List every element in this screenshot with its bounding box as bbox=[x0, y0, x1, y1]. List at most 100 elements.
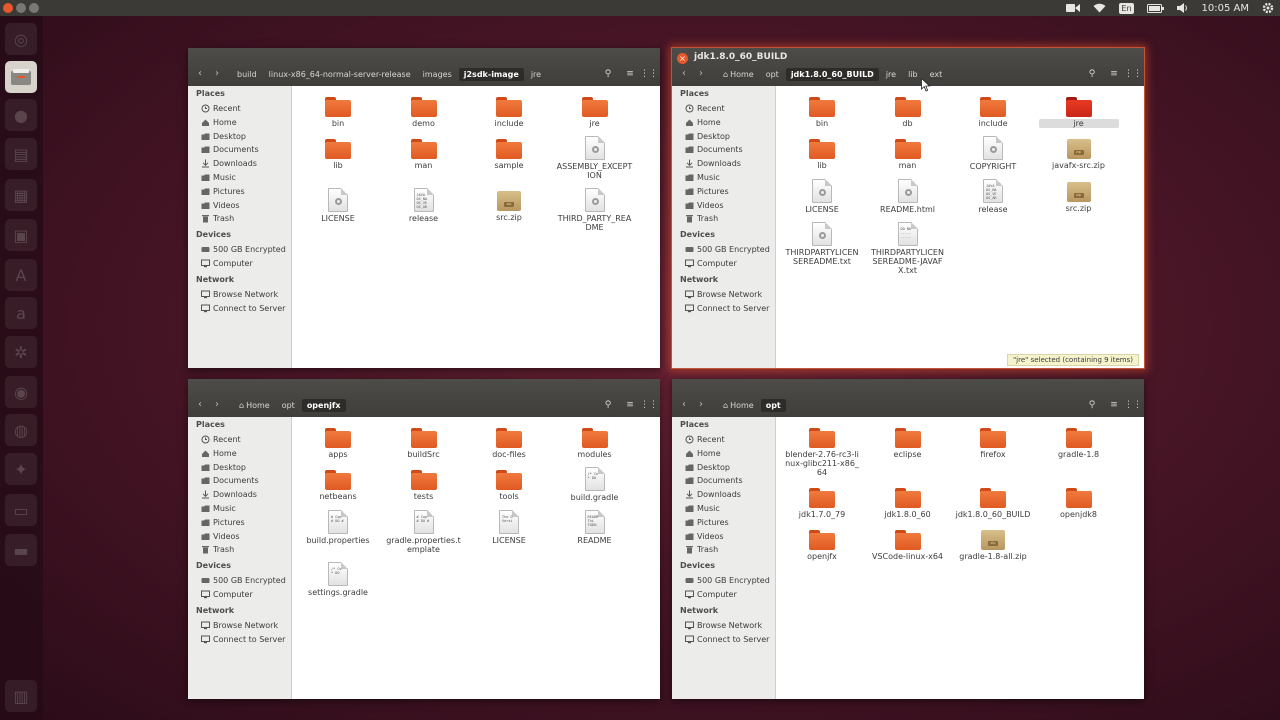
file-item-thirdpartylicensereadme-javafx-txt[interactable]: DO NO ----- ----- THIRDPARTYLICENSEREADME… bbox=[868, 222, 948, 275]
breadcrumb-linux-x86-64-normal-server-release[interactable]: linux-x86_64-normal-server-release bbox=[264, 68, 416, 81]
file-item-demo[interactable]: demo bbox=[384, 94, 464, 128]
sidebar-item-recent[interactable]: Recent bbox=[685, 435, 725, 444]
file-item-netbeans[interactable]: netbeans bbox=[298, 467, 378, 501]
file-item-thirdpartylicensereadme-txt[interactable]: THIRDPARTYLICENSEREADME.txt bbox=[782, 222, 862, 266]
back-button[interactable]: ‹ bbox=[192, 66, 208, 82]
browser-icon[interactable]: ● bbox=[5, 99, 37, 131]
breadcrumb-j2sdk-image[interactable]: j2sdk-image bbox=[458, 67, 524, 81]
file-item-license[interactable]: The G Versi LICENSE bbox=[469, 510, 549, 545]
sidebar-item-downloads[interactable]: Downloads bbox=[685, 490, 741, 499]
volume-icon[interactable] bbox=[1176, 0, 1189, 16]
breadcrumb-home[interactable]: ⌂ Home bbox=[718, 399, 759, 412]
breadcrumb-opt[interactable]: opt bbox=[277, 399, 300, 412]
minimize-window-button[interactable] bbox=[16, 3, 26, 13]
sidebar-item-desktop[interactable]: Desktop bbox=[685, 463, 730, 472]
sidebar-item-pictures[interactable]: Pictures bbox=[201, 187, 245, 196]
file-item-firefox[interactable]: firefox bbox=[953, 425, 1033, 459]
battery-icon[interactable] bbox=[1146, 0, 1164, 16]
file-item-jre[interactable]: jre bbox=[1038, 94, 1119, 128]
menu-icon[interactable]: ≡ bbox=[1106, 66, 1122, 82]
file-item-license[interactable]: LICENSE bbox=[782, 179, 862, 214]
maximize-window-button[interactable] bbox=[29, 3, 39, 13]
sidebar-item-home[interactable]: Home bbox=[201, 118, 237, 127]
sidebar-item-computer[interactable]: Computer bbox=[201, 590, 253, 599]
file-item-bin[interactable]: bin bbox=[298, 94, 378, 128]
file-item-release[interactable]: JAVA OS_NA OS_VE OS_AR release bbox=[384, 188, 464, 223]
file-item-modules[interactable]: modules bbox=[555, 425, 635, 459]
dash-icon[interactable]: ◎ bbox=[5, 23, 37, 55]
file-item-src-zip[interactable]: zip src.zip bbox=[1039, 179, 1119, 213]
file-item-eclipse[interactable]: eclipse bbox=[868, 425, 948, 459]
file-item-include[interactable]: include bbox=[469, 94, 549, 128]
file-item-release[interactable]: JAVA OS_NA OS_VE OS_AR release bbox=[953, 179, 1033, 214]
sidebar-item-500-gb-encrypted[interactable]: 500 GB Encrypted bbox=[201, 576, 286, 585]
file-item-db[interactable]: db bbox=[868, 94, 948, 128]
sidebar-item-trash[interactable]: Trash bbox=[201, 214, 234, 223]
file-manager-window-opt[interactable]: ‹ › ⌂ Home opt ⚲ ≡ ⋮⋮ Places Recent Home Desk… bbox=[672, 379, 1144, 699]
sidebar-item-connect-to-server[interactable]: Connect to Server bbox=[685, 635, 769, 644]
search-icon[interactable]: ⚲ bbox=[600, 66, 616, 82]
back-button[interactable]: ‹ bbox=[676, 66, 692, 82]
forward-button[interactable]: › bbox=[693, 397, 709, 413]
sidebar-item-pictures[interactable]: Pictures bbox=[685, 518, 729, 527]
file-item-jre[interactable]: jre bbox=[555, 94, 635, 128]
file-item-sample[interactable]: sample bbox=[469, 136, 549, 170]
search-icon[interactable]: ⚲ bbox=[1084, 397, 1100, 413]
sidebar-item-computer[interactable]: Computer bbox=[685, 590, 737, 599]
forward-button[interactable]: › bbox=[209, 66, 225, 82]
wifi-icon[interactable] bbox=[1093, 0, 1106, 16]
breadcrumb-lib[interactable]: lib bbox=[903, 68, 923, 81]
file-item-third-party-readme[interactable]: THIRD_PARTY_README bbox=[555, 188, 635, 232]
file-item-gradle-1-8-all-zip[interactable]: zip gradle-1.8-all.zip bbox=[953, 527, 1033, 561]
file-item-settings-gradle[interactable]: /* Co * DO settings.gradle bbox=[298, 562, 378, 597]
file-manager-window-openjfx[interactable]: ‹ › ⌂ Home opt openjfx ⚲ ≡ ⋮⋮ Places Recent H… bbox=[188, 379, 660, 699]
file-item-bin[interactable]: bin bbox=[782, 94, 862, 128]
sidebar-item-recent[interactable]: Recent bbox=[685, 104, 725, 113]
sidebar-item-music[interactable]: Music bbox=[201, 173, 236, 182]
file-item-src-zip[interactable]: zip src.zip bbox=[469, 188, 549, 222]
close-button[interactable]: × bbox=[677, 53, 688, 64]
terminal-icon[interactable]: ▭ bbox=[5, 494, 37, 526]
clock[interactable]: 10:05 AM bbox=[1202, 0, 1249, 16]
search-icon[interactable]: ⚲ bbox=[1084, 66, 1100, 82]
file-item-readme-html[interactable]: README.html bbox=[868, 179, 948, 214]
system-settings-icon[interactable]: ✲ bbox=[5, 336, 37, 368]
sidebar-item-500-gb-encrypted[interactable]: 500 GB Encrypted bbox=[201, 245, 286, 254]
file-item-openjfx[interactable]: openjfx bbox=[782, 527, 862, 561]
menu-icon[interactable]: ≡ bbox=[622, 397, 638, 413]
file-item-jdk1-8-0-60[interactable]: jdk1.8.0_60 bbox=[868, 485, 948, 519]
sidebar-item-videos[interactable]: Videos bbox=[201, 532, 240, 541]
file-item-doc-files[interactable]: doc-files bbox=[469, 425, 549, 459]
breadcrumb-build[interactable]: build bbox=[232, 68, 262, 81]
sidebar-item-pictures[interactable]: Pictures bbox=[201, 518, 245, 527]
file-item-tools[interactable]: tools bbox=[469, 467, 549, 501]
sidebar-item-computer[interactable]: Computer bbox=[685, 259, 737, 268]
sidebar-item-music[interactable]: Music bbox=[685, 173, 720, 182]
file-item-build-gradle[interactable]: /* Co * DO build.gradle bbox=[555, 467, 635, 502]
sidebar-item-downloads[interactable]: Downloads bbox=[685, 159, 741, 168]
impress-icon[interactable]: ▣ bbox=[5, 219, 37, 251]
breadcrumb-jdk1-8-0-60-build[interactable]: jdk1.8.0_60_BUILD bbox=[785, 67, 879, 81]
sidebar-item-documents[interactable]: Documents bbox=[685, 476, 743, 485]
camera-icon[interactable] bbox=[1066, 0, 1081, 16]
chromium-icon[interactable]: ◍ bbox=[5, 414, 37, 446]
sidebar-item-pictures[interactable]: Pictures bbox=[685, 187, 729, 196]
sidebar-item-browse-network[interactable]: Browse Network bbox=[201, 621, 278, 630]
grid-view-icon[interactable]: ⋮⋮ bbox=[640, 66, 658, 82]
sidebar-item-trash[interactable]: Trash bbox=[201, 545, 234, 554]
sidebar-item-documents[interactable]: Documents bbox=[201, 145, 259, 154]
sidebar-item-music[interactable]: Music bbox=[201, 504, 236, 513]
file-item-jdk1-8-0-60-build[interactable]: jdk1.8.0_60_BUILD bbox=[953, 485, 1033, 519]
breadcrumb-openjfx[interactable]: openjfx bbox=[301, 398, 346, 412]
sidebar-item-browse-network[interactable]: Browse Network bbox=[685, 290, 762, 299]
sidebar-item-browse-network[interactable]: Browse Network bbox=[201, 290, 278, 299]
sidebar-item-videos[interactable]: Videos bbox=[201, 201, 240, 210]
back-button[interactable]: ‹ bbox=[676, 397, 692, 413]
breadcrumb-opt[interactable]: opt bbox=[761, 68, 784, 81]
file-item-blender-2-76-rc3-linux-glibc211-x86-64[interactable]: blender-2.76-rc3-linux-glibc211-x86_64 bbox=[782, 425, 862, 477]
grid-view-icon[interactable]: ⋮⋮ bbox=[1124, 397, 1142, 413]
file-item-javafx-src-zip[interactable]: zip javafx-src.zip bbox=[1039, 136, 1119, 170]
sidebar-item-videos[interactable]: Videos bbox=[685, 201, 724, 210]
back-button[interactable]: ‹ bbox=[192, 397, 208, 413]
sidebar-item-trash[interactable]: Trash bbox=[685, 214, 718, 223]
